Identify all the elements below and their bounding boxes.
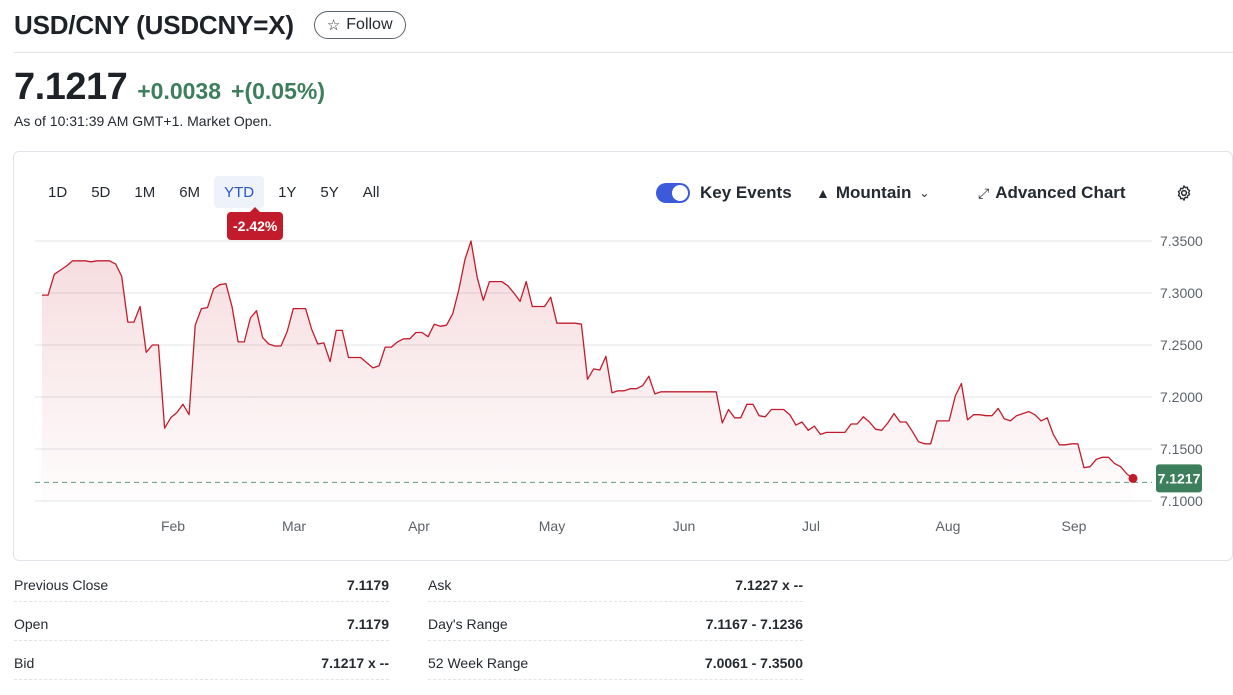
stat-label: 52 Week Range	[428, 654, 529, 671]
x-tick-label: Jul	[802, 518, 820, 534]
stat-ask: Ask 7.1227 x --	[428, 568, 803, 602]
stat-previous-close: Previous Close 7.1179	[14, 568, 389, 602]
stat-label: Bid	[14, 654, 35, 671]
stat-days-range: Day's Range 7.1167 - 7.1236	[428, 607, 803, 641]
price-chart[interactable]: 7.3500 7.3000 7.2500 7.2000 7.1500 7.1000 Feb M…	[0, 0, 1233, 560]
y-tick-label: 7.2500	[1160, 337, 1203, 353]
y-tick-label: 7.3000	[1160, 285, 1203, 301]
stat-label: Open	[14, 615, 49, 632]
last-price-label: 7.1217	[1158, 470, 1201, 486]
stat-label: Previous Close	[14, 576, 109, 593]
price-area	[42, 241, 1133, 501]
x-tick-label: Aug	[936, 518, 961, 534]
stat-value: 7.1227 x --	[735, 576, 803, 593]
last-price-dot	[1128, 473, 1138, 483]
x-tick-label: Feb	[161, 518, 185, 534]
x-tick-label: Jun	[673, 518, 696, 534]
x-tick-label: Sep	[1062, 518, 1087, 534]
stat-value: 7.1167 - 7.1236	[705, 615, 803, 632]
x-tick-label: May	[539, 518, 565, 534]
y-tick-label: 7.1000	[1160, 493, 1203, 509]
stat-label: Day's Range	[428, 615, 508, 632]
y-tick-label: 7.2000	[1160, 389, 1203, 405]
stat-value: 7.1217 x --	[321, 654, 389, 671]
stat-value: 7.1179	[346, 615, 389, 632]
x-tick-label: Apr	[408, 518, 430, 534]
stat-value: 7.0061 - 7.3500	[704, 654, 803, 671]
stat-bid: Bid 7.1217 x --	[14, 646, 389, 680]
stat-52-week-range: 52 Week Range 7.0061 - 7.3500	[428, 646, 803, 680]
stat-open: Open 7.1179	[14, 607, 389, 641]
x-tick-label: Mar	[282, 518, 306, 534]
stat-label: Ask	[428, 576, 452, 593]
y-tick-label: 7.3500	[1160, 233, 1203, 249]
stat-value: 7.1179	[346, 576, 389, 593]
y-tick-label: 7.1500	[1160, 441, 1203, 457]
